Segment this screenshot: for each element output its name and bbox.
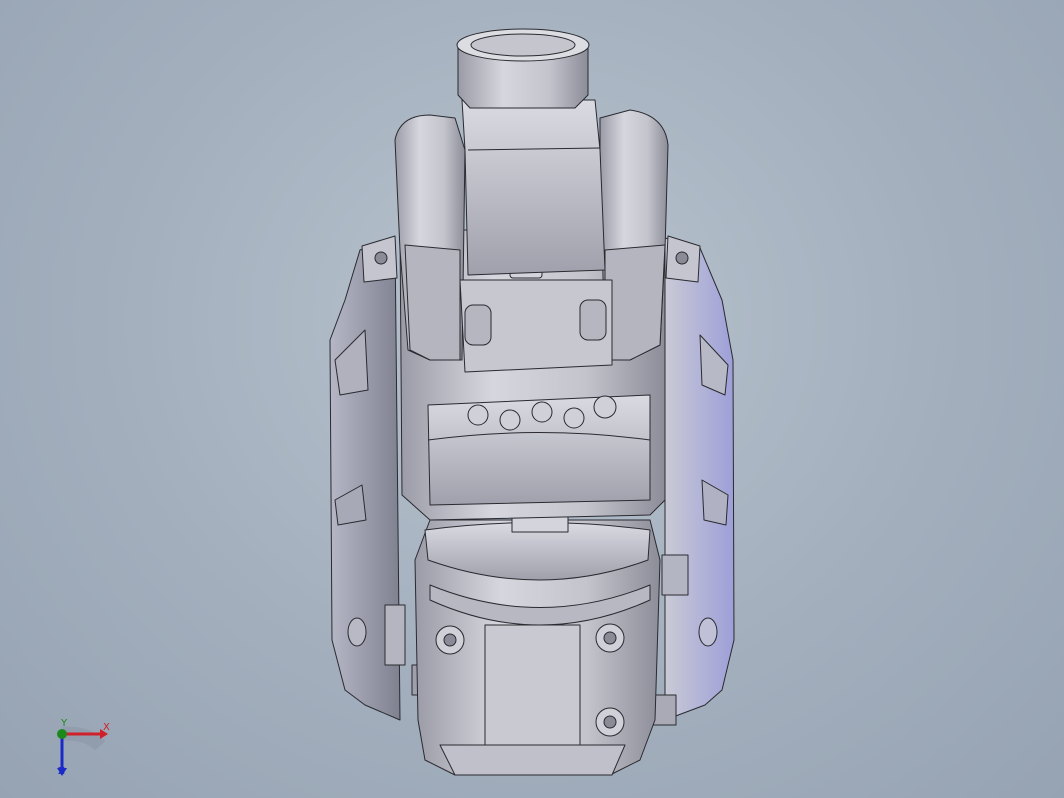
base-motor-block bbox=[414, 513, 661, 776]
axis-triad bbox=[57, 726, 108, 776]
y-axis-dot bbox=[57, 729, 67, 739]
robot-arm-model[interactable] bbox=[0, 0, 1064, 798]
y-axis-label: Y bbox=[61, 718, 68, 729]
graphics-viewport[interactable]: X Y Z bbox=[0, 0, 1064, 798]
x-axis-label: X bbox=[103, 722, 110, 733]
forearm-housing bbox=[461, 99, 606, 276]
z-axis-label: Z bbox=[58, 766, 65, 777]
yoke-crossbeam bbox=[459, 265, 613, 373]
left-yoke-arm bbox=[394, 114, 466, 361]
wrist-flange bbox=[456, 28, 590, 109]
